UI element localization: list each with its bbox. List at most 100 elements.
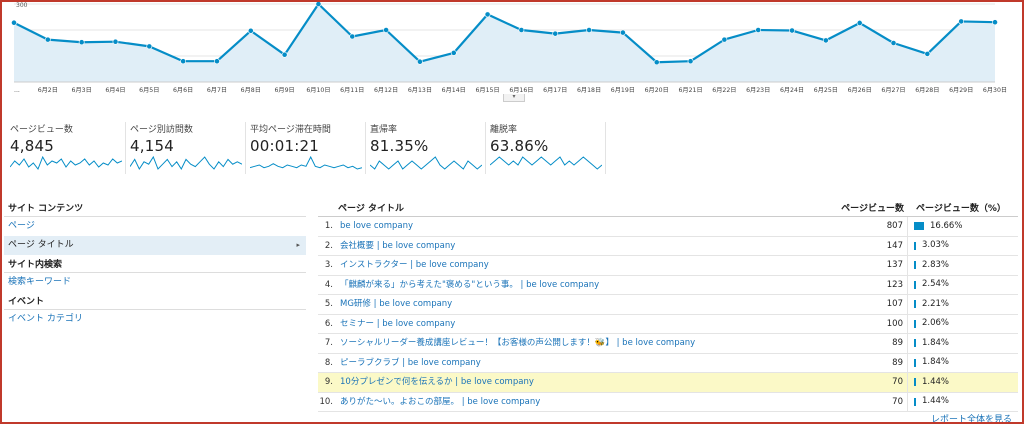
chart-collapse-handle[interactable]: ▾ (503, 94, 525, 102)
metric-card[interactable]: 直帰率 81.35% (366, 122, 486, 174)
nav-item-page-title-label: ページ タイトル (8, 240, 74, 250)
metric-label: 平均ページ滞在時間 (250, 125, 331, 135)
left-nav: サイト コンテンツ ページ ページ タイトル ▸ サイト内検索 検索キーワード … (4, 201, 306, 329)
row-page-title-link[interactable]: ソーシャルリーダー養成講座レビュー！【お客様の声公開します！🐝】 | be lo… (338, 334, 828, 353)
metric-card[interactable]: 平均ページ滞在時間 00:01:21 (246, 122, 366, 174)
row-pageviews: 89 (828, 334, 908, 353)
pct-text: 16.66% (930, 220, 963, 231)
col-header-pageviews[interactable]: ページビュー数 (828, 201, 908, 216)
chart-x-tick-label: 6月25日 (814, 87, 838, 94)
metric-sparkline (250, 155, 362, 170)
table-row[interactable]: 7. ソーシャルリーダー養成講座レビュー！【お客様の声公開します！🐝】 | be … (318, 334, 1018, 354)
nav-item-page-title[interactable]: ページ タイトル ▸ (4, 236, 306, 255)
metric-card[interactable]: 離脱率 63.86% (486, 122, 606, 174)
row-page-title-link[interactable]: インストラクター | be love company (338, 256, 828, 275)
chart-x-tick-label: 6月26日 (848, 87, 872, 94)
chart-point (44, 36, 51, 43)
metric-card[interactable]: ページビュー数 4,845 (6, 122, 126, 174)
nav-item-search-keyword[interactable]: 検索キーワード (4, 273, 306, 292)
row-page-title-link[interactable]: 会社概要 | be love company (338, 237, 828, 256)
row-index: 9. (324, 377, 333, 387)
table-row[interactable]: 6. セミナー | be love company 100 2.06% (318, 314, 1018, 334)
row-page-title-link[interactable]: ありがた～い。よおこの部屋。 | be love company (338, 393, 828, 412)
metric-value: 63.86% (490, 137, 549, 155)
chart-x-tick-label: 6月8日 (241, 87, 261, 94)
chart-x-tick-label: 6月7日 (207, 87, 227, 94)
row-pageviews: 137 (828, 256, 908, 275)
col-header-page-title[interactable]: ページ タイトル (318, 201, 828, 216)
chart-point (619, 29, 626, 36)
row-page-title-link[interactable]: 「麒麟が来る」から考えた"褒める"という事。 | be love company (338, 276, 828, 295)
row-pageviews: 89 (828, 353, 908, 372)
nav-header-site-search: サイト内検索 (4, 257, 306, 273)
table-row[interactable]: 4. 「麒麟が来る」から考えた"褒める"という事。 | be love compa… (318, 275, 1018, 295)
table-row[interactable]: 8. ピーラブクラブ | be love company 89 1.84% (318, 353, 1018, 373)
row-page-title-link[interactable]: be love company (338, 217, 828, 236)
row-index: 1. (324, 221, 333, 231)
row-page-title-link[interactable]: 10分プレゼンで何を伝えるか | be love company (338, 373, 828, 392)
row-page-title-link[interactable]: ピーラブクラブ | be love company (338, 354, 828, 373)
row-pageviews: 70 (828, 373, 908, 392)
table-body: 1. be love company 807 16.66% 2. 会社概要 | be lo… (318, 217, 1018, 412)
chart-point (552, 30, 559, 37)
chart-x-tick-label: 6月21日 (678, 87, 702, 94)
metric-label: 離脱率 (490, 125, 518, 135)
table-row[interactable]: 5. MG研修 | be love company 107 2.21% (318, 295, 1018, 315)
metric-sparkline (130, 155, 242, 171)
row-pageviews: 100 (828, 314, 908, 333)
chart-point (214, 58, 220, 65)
nav-item-event-category[interactable]: イベント カテゴリ (4, 310, 306, 329)
nav-header-events: イベント (4, 294, 306, 310)
chart-point (687, 58, 694, 65)
table-row[interactable]: 1. be love company 807 16.66% (318, 217, 1018, 237)
row-page-title-link[interactable]: MG研修 | be love company (338, 295, 828, 314)
row-pageviews: 807 (828, 217, 908, 236)
row-pageviews: 147 (828, 236, 908, 255)
table-row[interactable]: 2. 会社概要 | be love company 147 3.03% (318, 236, 1018, 256)
chart-point (349, 33, 356, 40)
row-pageviews-pct: 2.06% (908, 315, 1018, 334)
pct-bar (914, 280, 916, 289)
row-pageviews-pct: 1.84% (908, 334, 1018, 353)
sparkline-path (370, 156, 482, 170)
table-row[interactable]: 9. 10分プレゼンで何を伝えるか | be love company 70 1.44… (318, 373, 1018, 393)
chart-point (484, 11, 491, 18)
row-pageviews-pct: 1.84% (908, 354, 1018, 373)
chart-point (924, 51, 931, 57)
pct-text: 3.03% (922, 240, 950, 251)
chart-point (958, 18, 965, 25)
sparkline-path (130, 155, 242, 171)
row-page-title-link[interactable]: セミナー | be love company (338, 315, 828, 334)
chart-x-tick-label: 6月13日 (408, 87, 432, 94)
chart-point (315, 1, 322, 7)
chart-x-tick-label: 6月2日 (38, 87, 58, 94)
metric-value: 4,154 (130, 137, 174, 155)
chart-point (11, 19, 17, 26)
chart-point (890, 40, 897, 46)
metric-sparkline (10, 155, 122, 170)
view-full-report-link[interactable]: レポート全体を見る (931, 415, 1012, 424)
col-header-pageviews-pct[interactable]: ページビュー数（%） (908, 201, 1018, 216)
chart-x-tick-label: 6月5日 (139, 87, 159, 94)
row-index: 10. (319, 396, 333, 407)
pct-bar (914, 339, 916, 348)
row-pageviews: 70 (828, 392, 908, 411)
pct-text: 1.44% (922, 376, 950, 387)
row-index: 2. (324, 240, 333, 251)
chart-x-tick-label: 6月23日 (746, 87, 770, 94)
pct-bar (914, 358, 916, 367)
metric-label: ページ別訪問数 (130, 125, 193, 135)
row-index: 5. (324, 299, 333, 309)
chart-x-tick-label: 6月24日 (780, 87, 804, 94)
row-pageviews-pct: 1.44% (908, 393, 1018, 412)
table-row[interactable]: 3. インストラクター | be love company 137 2.83% (318, 256, 1018, 276)
chart-x-tick-label: 6月10日 (306, 87, 330, 94)
row-pageviews-pct: 2.54% (908, 276, 1018, 295)
metric-value: 4,845 (10, 137, 54, 155)
chart-x-tick-label: 6月19日 (611, 87, 635, 94)
metric-card[interactable]: ページ別訪問数 4,154 (126, 122, 246, 174)
pct-text: 2.21% (922, 298, 950, 309)
nav-item-page[interactable]: ページ (4, 217, 306, 236)
table-row[interactable]: 10. ありがた～い。よおこの部屋。 | be love company 70 1.4… (318, 392, 1018, 412)
chart-point (518, 27, 525, 33)
